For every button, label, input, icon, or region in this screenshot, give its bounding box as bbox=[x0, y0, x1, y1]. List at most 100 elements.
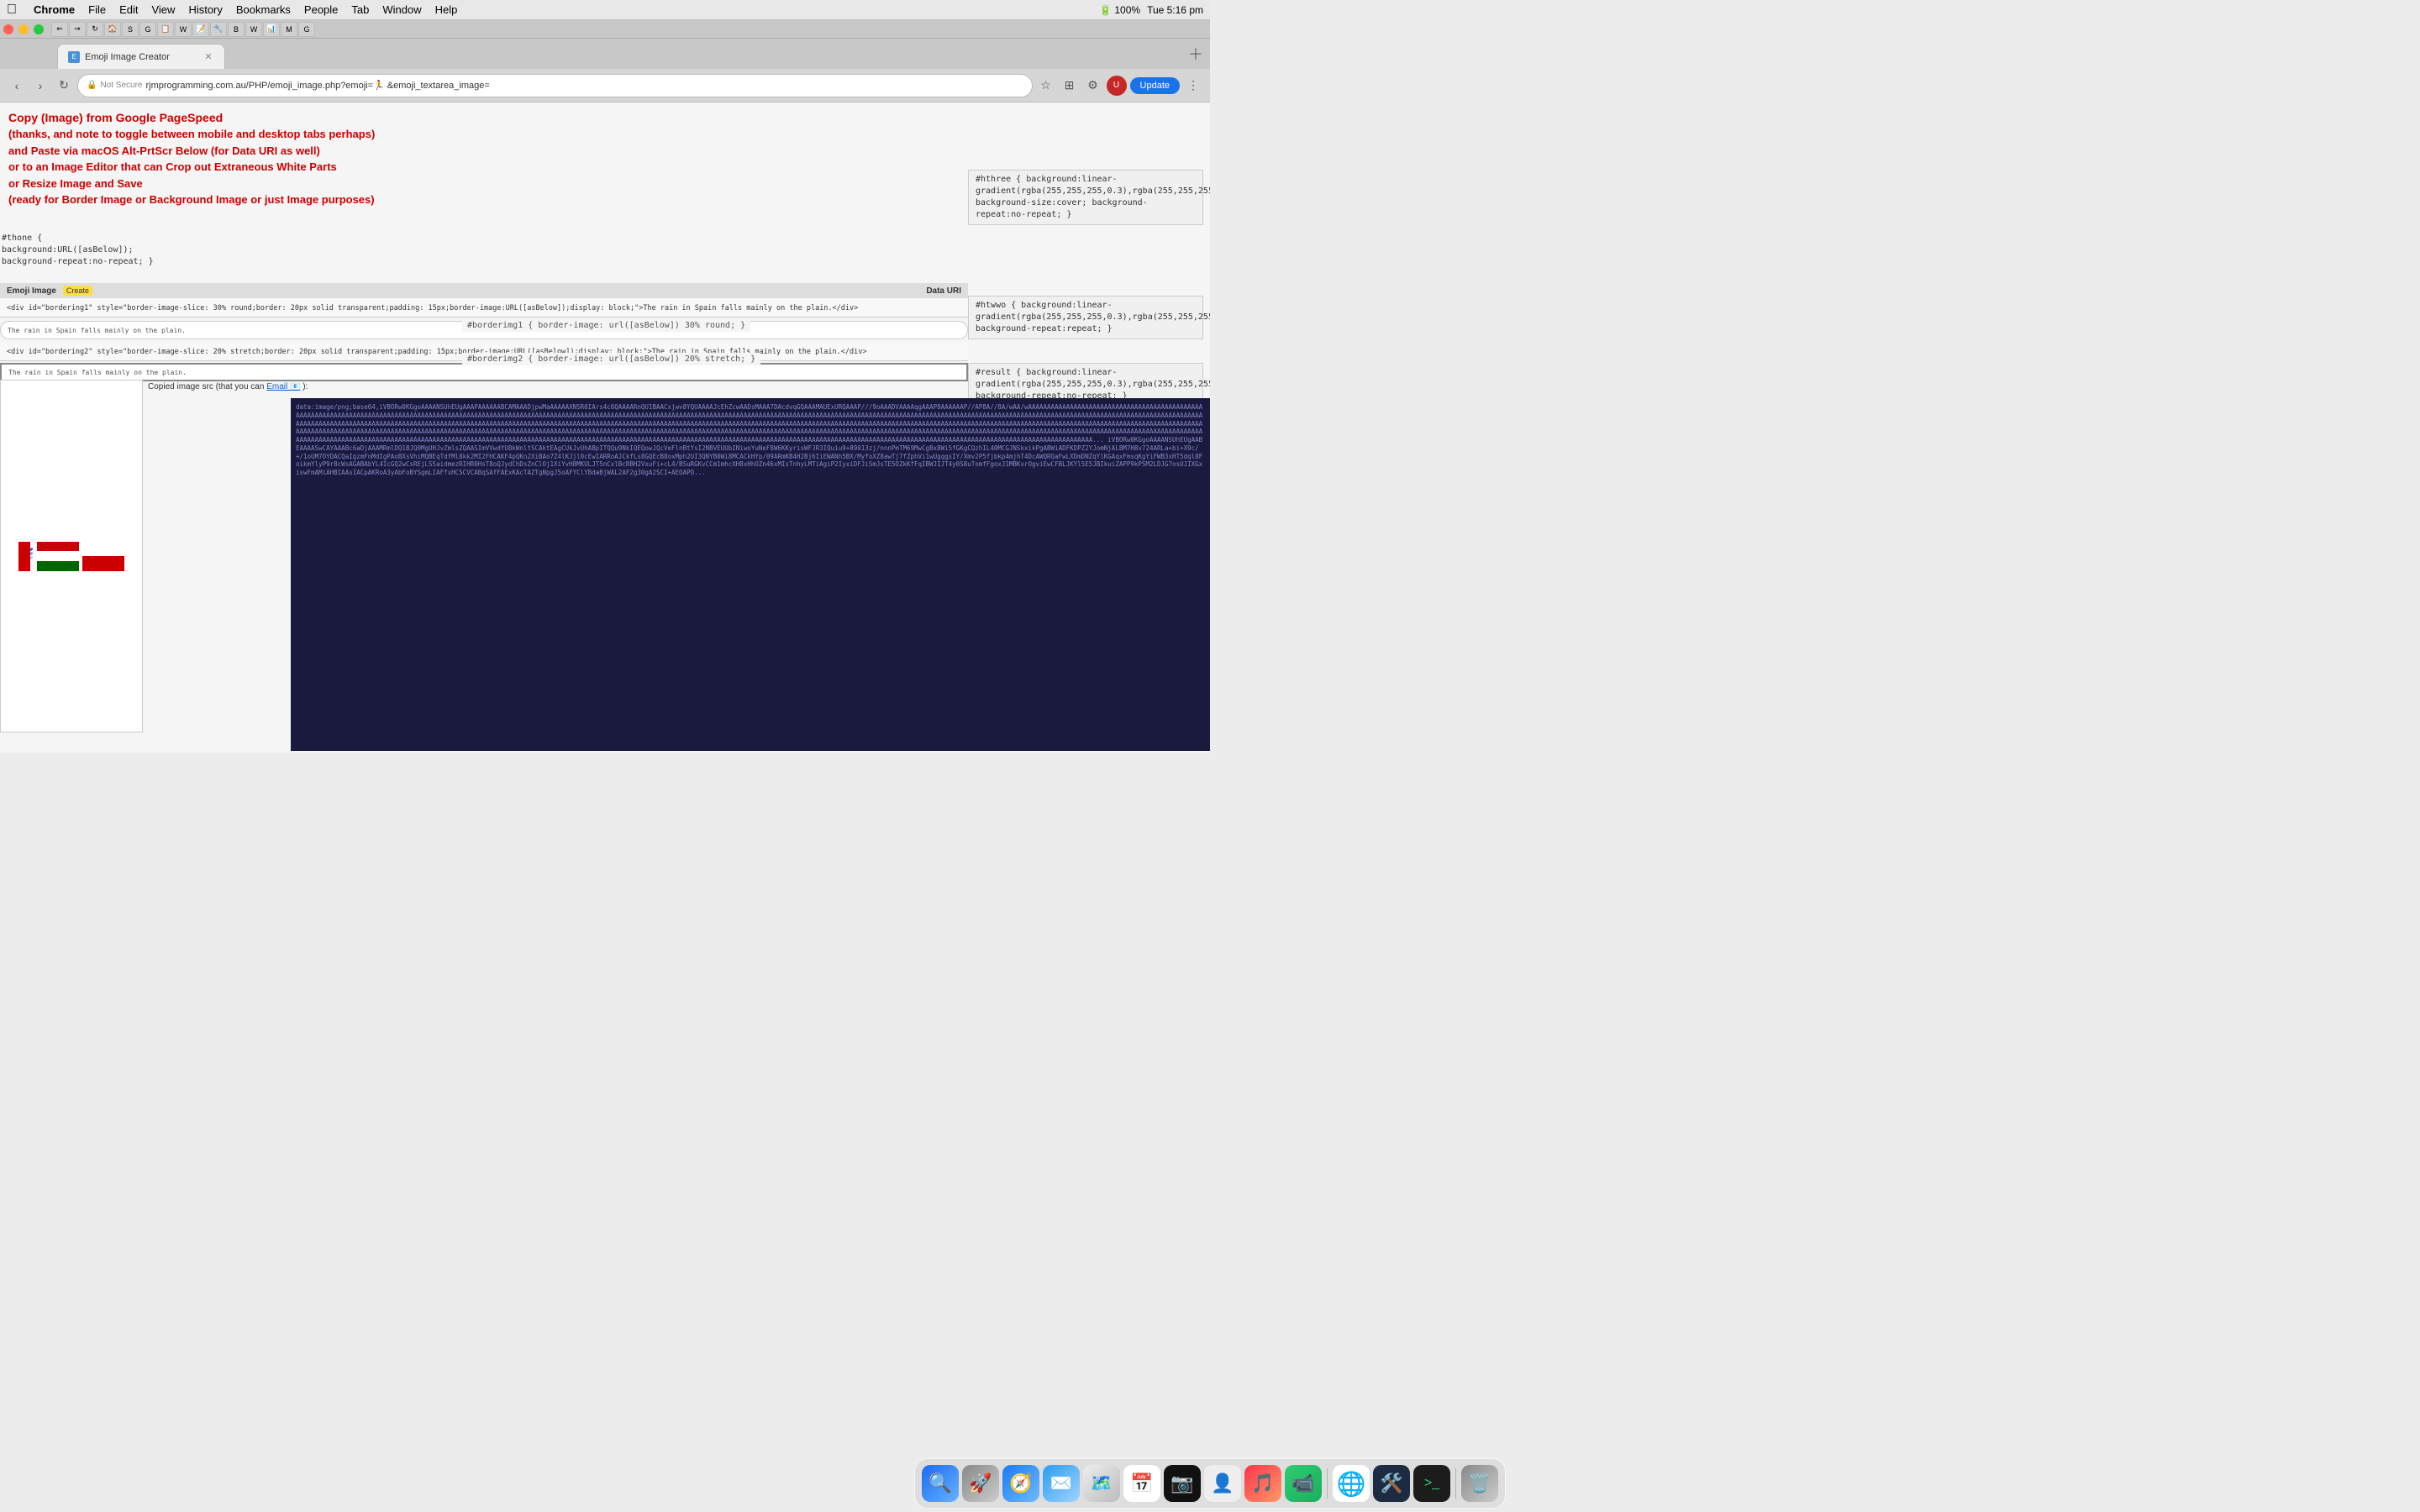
flag-poland bbox=[82, 542, 124, 571]
menu-bar:  Chrome File Edit View History Bookmark… bbox=[0, 0, 1210, 20]
emoji-bar-title: Emoji Image bbox=[7, 286, 56, 296]
dock-maps[interactable]: 🗺️ bbox=[1083, 1465, 1120, 1502]
data-uri-text[interactable]: data:image/png;base64,iVBORw0KGgoAAAANSU… bbox=[291, 398, 1210, 751]
url-text: rjmprogramming.com.au/PHP/emoji_image.ph… bbox=[145, 80, 1023, 91]
more-menu-button[interactable]: ⋮ bbox=[1183, 76, 1203, 96]
back-button[interactable]: ‹ bbox=[7, 76, 27, 96]
menu-right: 🔋 100% Tue 5:16 pm bbox=[1099, 4, 1203, 16]
dock-photos[interactable]: 📷 bbox=[1164, 1465, 1201, 1502]
menu-chrome[interactable]: Chrome bbox=[27, 3, 82, 16]
dock-xcode[interactable]: 🛠️ bbox=[1373, 1465, 1410, 1502]
menu-edit[interactable]: Edit bbox=[113, 3, 145, 16]
border-snippet-1: #borderimg1 { border-image: url([asBelow… bbox=[462, 319, 750, 332]
tab-close-button[interactable]: ✕ bbox=[203, 51, 214, 63]
menu-tab[interactable]: Tab bbox=[345, 3, 376, 16]
dock-calendar[interactable]: 📅 bbox=[1123, 1465, 1160, 1502]
input-row-1[interactable]: <div id="bordering1" style="border-image… bbox=[0, 299, 968, 318]
bottom-section: Copied image src (that you can Email 📧 )… bbox=[0, 380, 1210, 751]
css-tr2-text: #htwwo { background:linear-gradient(rgba… bbox=[976, 301, 1210, 333]
instructions-section: Copy (Image) from Google PageSpeed (than… bbox=[0, 107, 383, 213]
toolbar-icon-7[interactable]: W bbox=[175, 22, 192, 37]
dock-launchpad[interactable]: 🚀 bbox=[962, 1465, 999, 1502]
border-demo-1-text: The rain in Spain falls mainly on the pl… bbox=[8, 327, 186, 334]
flag-oman bbox=[37, 542, 79, 571]
border-snippet-1-text: #borderimg1 { border-image: url([asBelow… bbox=[467, 321, 745, 330]
toolbar-icon-11[interactable]: W bbox=[245, 22, 262, 37]
email-link[interactable]: Email 📧 bbox=[266, 382, 300, 391]
toolbar-icon-4[interactable]: S bbox=[122, 22, 139, 37]
toolbar-icon-13[interactable]: M bbox=[281, 22, 297, 37]
border-demo-2-text: The rain in Spain falls mainly on the pl… bbox=[8, 369, 187, 376]
toolbar-icon-1[interactable]: ⇐ bbox=[51, 22, 68, 37]
instructions-line-2: and Paste via macOS Alt-PrtScr Below (fo… bbox=[8, 143, 375, 160]
dock: 🔍 🚀 🧭 ✉️ 🗺️ 📅 📷 👤 🎵 📹 🌐 🛠️ >_ 🗑️ bbox=[914, 1458, 1506, 1509]
address-bar[interactable]: 🔒 Not Secure rjmprogramming.com.au/PHP/e… bbox=[77, 74, 1033, 97]
tab-favicon: E bbox=[68, 51, 80, 63]
menu-help[interactable]: Help bbox=[429, 3, 465, 16]
instructions-title: Copy (Image) from Google PageSpeed bbox=[8, 111, 375, 124]
menu-bookmarks[interactable]: Bookmarks bbox=[229, 3, 297, 16]
apple-menu[interactable]:  bbox=[7, 3, 17, 18]
toolbar-icon-14[interactable]: G bbox=[298, 22, 315, 37]
reader-mode-button[interactable]: ⊞ bbox=[1060, 76, 1080, 96]
bookmark-star-button[interactable]: ☆ bbox=[1036, 76, 1056, 96]
dock-facetime[interactable]: 📹 bbox=[1285, 1465, 1322, 1502]
tab-title: Emoji Image Creator bbox=[85, 52, 197, 62]
menu-view[interactable]: View bbox=[145, 3, 182, 16]
tab-bar: E Emoji Image Creator ✕ ＋ bbox=[0, 39, 1210, 69]
menu-people[interactable]: People bbox=[297, 3, 345, 16]
instructions-line-4: or Resize Image and Save bbox=[8, 176, 375, 192]
not-secure-label: Not Secure bbox=[100, 81, 142, 90]
menu-window[interactable]: Window bbox=[376, 3, 428, 16]
dock-music[interactable]: 🎵 bbox=[1244, 1465, 1281, 1502]
close-button[interactable] bbox=[3, 24, 13, 34]
reload-button[interactable]: ↻ bbox=[54, 76, 74, 96]
menu-time: Tue 5:16 pm bbox=[1147, 4, 1203, 16]
create-badge[interactable]: Create bbox=[63, 286, 92, 296]
toolbar-icon-reload[interactable]: ↻ bbox=[87, 22, 103, 37]
minimize-button[interactable] bbox=[18, 24, 29, 34]
toolbar-icon-12[interactable]: 📊 bbox=[263, 22, 280, 37]
dock-separator-2 bbox=[1455, 1468, 1456, 1499]
extensions-button[interactable]: ⚙ bbox=[1083, 76, 1103, 96]
forward-button[interactable]: › bbox=[30, 76, 50, 96]
copied-src-label: Copied image src (that you can Email 📧 )… bbox=[148, 382, 308, 391]
dock-terminal[interactable]: >_ bbox=[1413, 1465, 1450, 1502]
toolbar-actions: ☆ ⊞ ⚙ U Update ⋮ bbox=[1036, 76, 1203, 96]
border-snippet-2-text: #borderimg2 { border-image: url([asBelow… bbox=[467, 354, 755, 364]
toolbar-icon-2[interactable]: ⇒ bbox=[69, 22, 86, 37]
dock-finder[interactable]: 🔍 bbox=[922, 1465, 959, 1502]
active-tab[interactable]: E Emoji Image Creator ✕ bbox=[57, 44, 225, 69]
dock-contacts[interactable]: 👤 bbox=[1204, 1465, 1241, 1502]
toolbar-icon-3[interactable]: 🏠 bbox=[104, 22, 121, 37]
css-snippet-tl: #thone { background:URL([asBelow]); back… bbox=[2, 233, 170, 268]
maximize-button[interactable] bbox=[34, 24, 44, 34]
dock-trash[interactable]: 🗑️ bbox=[1461, 1465, 1498, 1502]
toolbar-icon-5[interactable]: G bbox=[139, 22, 156, 37]
dock-safari[interactable]: 🧭 bbox=[1002, 1465, 1039, 1502]
border-snippet-2: #borderimg2 { border-image: url([asBelow… bbox=[462, 353, 760, 365]
copied-src-text: Copied image src (that you can bbox=[148, 382, 264, 391]
extension-strip: ⇐ ⇒ ↻ 🏠 S G 📋 W 📝 🔧 B W 📊 M G bbox=[0, 20, 1210, 39]
css-snippet-tr2: #htwwo { background:linear-gradient(rgba… bbox=[968, 296, 1203, 339]
dock-mail[interactable]: ✉️ bbox=[1043, 1465, 1080, 1502]
browser-toolbar: ‹ › ↻ 🔒 Not Secure rjmprogramming.com.au… bbox=[0, 69, 1210, 102]
toolbar-icon-6[interactable]: 📋 bbox=[157, 22, 174, 37]
flag-container bbox=[18, 542, 124, 571]
border-demo-2: The rain in Spain falls mainly on the pl… bbox=[0, 363, 968, 381]
css-snippet-tr: #hthree { background:linear-gradient(rgb… bbox=[968, 170, 1203, 225]
instructions-line-1: (thanks, and note to toggle between mobi… bbox=[8, 126, 375, 143]
update-button[interactable]: Update bbox=[1130, 77, 1180, 94]
browser-chrome: ⇐ ⇒ ↻ 🏠 S G 📋 W 📝 🔧 B W 📊 M G E Emoji Im… bbox=[0, 20, 1210, 102]
profile-avatar[interactable]: U bbox=[1107, 76, 1127, 96]
colon-text: ): bbox=[302, 382, 308, 391]
image-area bbox=[0, 380, 143, 732]
new-tab-button[interactable]: ＋ bbox=[1188, 43, 1203, 65]
menu-file[interactable]: File bbox=[82, 3, 113, 16]
menu-history[interactable]: History bbox=[182, 3, 229, 16]
toolbar-icon-8[interactable]: 📝 bbox=[192, 22, 209, 37]
emoji-bar: Emoji Image Create Data URI bbox=[0, 283, 968, 298]
toolbar-icon-9[interactable]: 🔧 bbox=[210, 22, 227, 37]
toolbar-icon-10[interactable]: B bbox=[228, 22, 245, 37]
dock-chrome[interactable]: 🌐 bbox=[1333, 1465, 1370, 1502]
